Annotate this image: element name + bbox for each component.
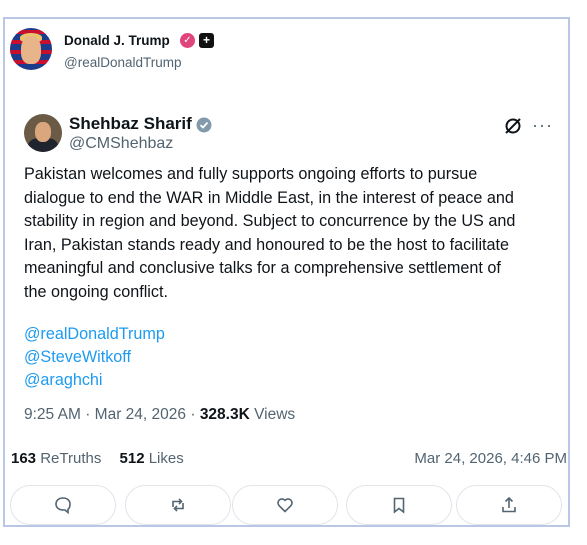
like-icon xyxy=(277,498,293,513)
likes-count[interactable]: 512 xyxy=(120,450,145,467)
grok-icon[interactable] xyxy=(503,116,523,136)
share-button[interactable] xyxy=(456,485,562,525)
mention-link[interactable]: @SteveWitkoff xyxy=(24,348,131,367)
quoted-tweet-meta: 9:25 AM · Mar 24, 2026 · 328.3K Views xyxy=(24,406,295,424)
quoted-author-name[interactable]: Shehbaz Sharif xyxy=(69,114,192,134)
reply-icon xyxy=(55,497,71,515)
quoted-tweet-text: Pakistan welcomes and fully supports ong… xyxy=(24,165,516,301)
quoted-author-handle[interactable]: @CMShehbaz xyxy=(69,135,173,153)
verified-pink-badge-icon: ✓ xyxy=(180,33,195,48)
separator-dot: · xyxy=(190,406,196,423)
bookmark-icon xyxy=(393,497,405,514)
retruths-label[interactable]: ReTruths xyxy=(40,450,101,467)
share-icon xyxy=(502,496,516,513)
separator-dot: · xyxy=(85,406,91,423)
views-count: 328.3K xyxy=(199,406,250,423)
post-datetime[interactable]: Mar 24, 2026, 4:46 PM xyxy=(414,450,567,467)
retruths-count[interactable]: 163 xyxy=(11,450,36,467)
action-bar xyxy=(10,485,562,527)
mention-link[interactable]: @araghchi xyxy=(24,371,103,390)
reply-button[interactable] xyxy=(10,485,116,525)
author-name[interactable]: Donald J. Trump xyxy=(64,33,170,48)
mention-link[interactable]: @realDonaldTrump xyxy=(24,325,165,344)
avatar[interactable] xyxy=(10,28,52,70)
quoted-time[interactable]: 9:25 AM xyxy=(24,406,81,423)
retruth-icon xyxy=(172,498,184,512)
views-label: Views xyxy=(254,406,296,423)
quoted-avatar[interactable] xyxy=(24,114,62,152)
author-handle[interactable]: @realDonaldTrump xyxy=(64,55,182,70)
quoted-date[interactable]: Mar 24, 2026 xyxy=(95,406,186,423)
retruth-button[interactable] xyxy=(125,485,231,525)
like-button[interactable] xyxy=(232,485,338,525)
more-options-icon[interactable]: ··· xyxy=(532,115,553,136)
bookmark-button[interactable] xyxy=(346,485,452,525)
post-stats: 163 ReTruths 512 Likes xyxy=(11,450,184,467)
plus-badge-icon: + xyxy=(199,33,214,48)
likes-label[interactable]: Likes xyxy=(149,450,184,467)
verified-badge-icon xyxy=(196,117,212,133)
